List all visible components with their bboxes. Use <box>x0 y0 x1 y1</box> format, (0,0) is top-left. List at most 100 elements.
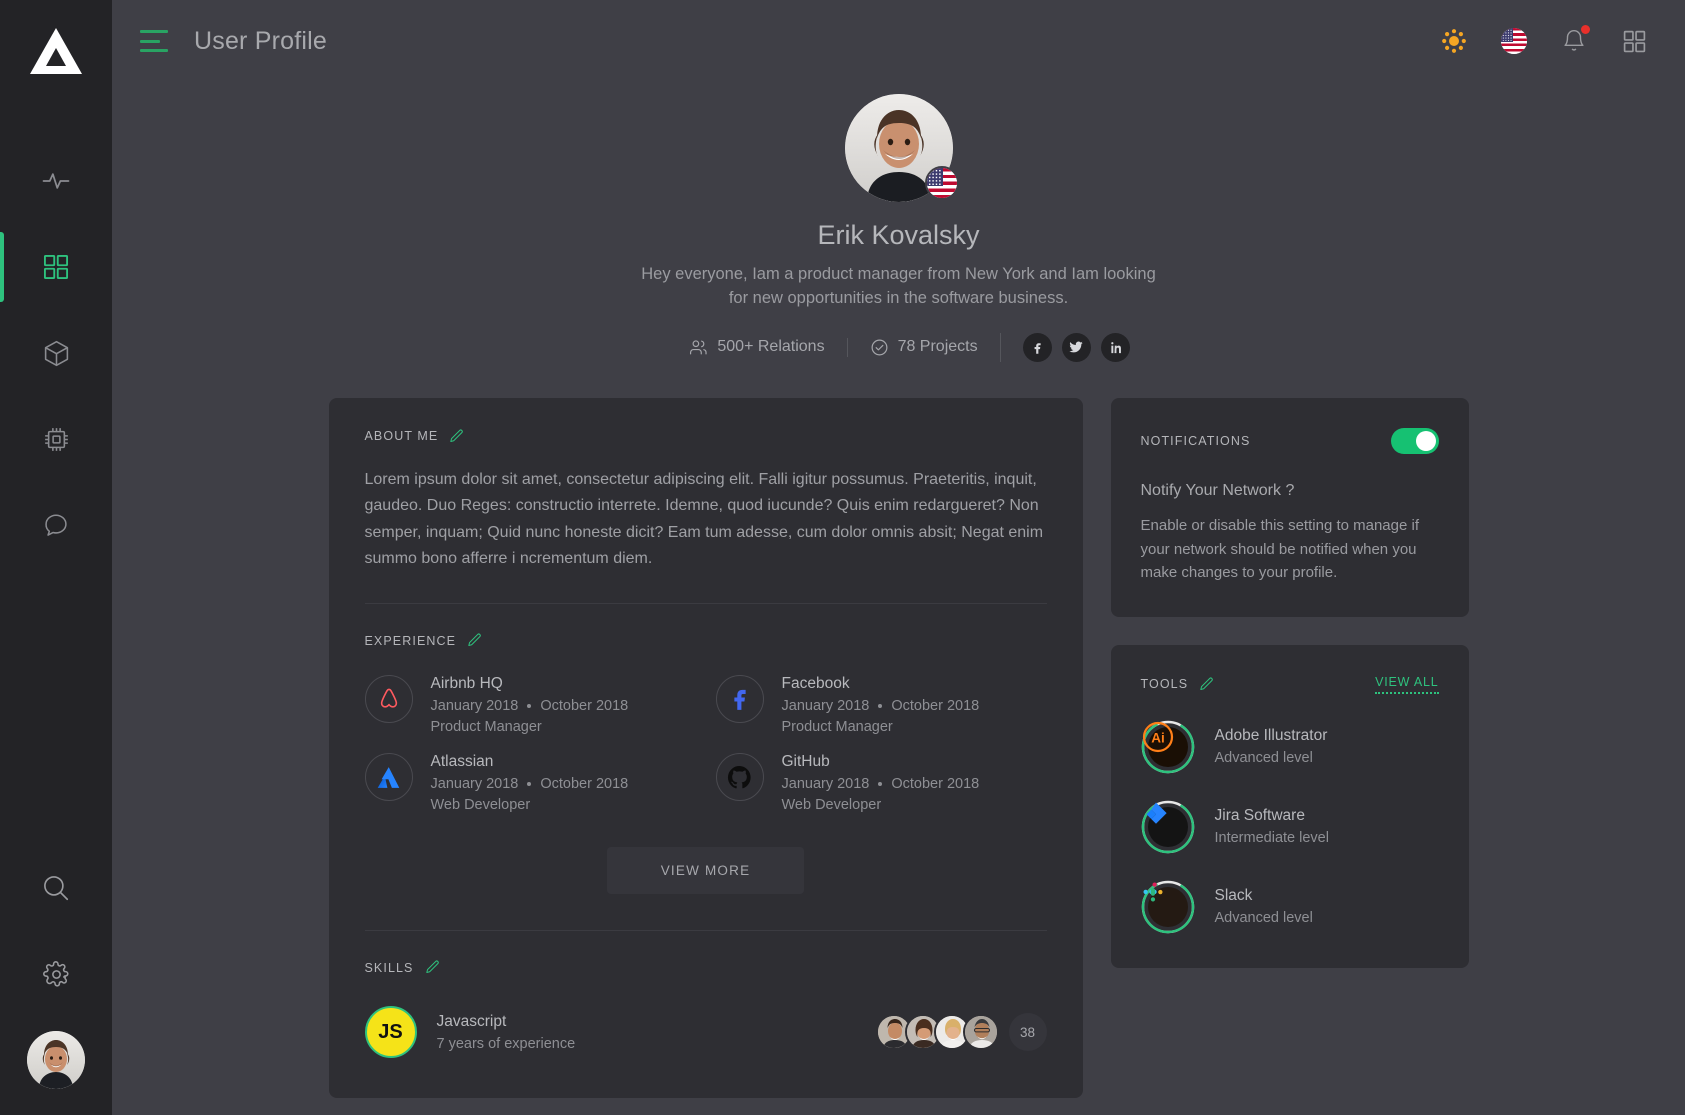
language-button[interactable] <box>1497 24 1531 58</box>
experience-meta: Facebook January 2018 October 2018 Produ… <box>782 675 980 735</box>
sidebar-item-packages[interactable] <box>0 310 112 396</box>
company-logo <box>715 753 764 802</box>
about-text: Lorem ipsum dolor sit amet, consectetur … <box>364 470 1044 568</box>
pencil-edit-icon[interactable] <box>448 428 465 445</box>
main-area: User Profile Erik Kovalsky Hey everyone,… <box>112 0 1685 1115</box>
job-role: Web Developer <box>781 797 882 814</box>
tool-item[interactable]: Jira Software Intermediate level <box>1141 800 1439 854</box>
toggle-knob <box>1415 430 1436 451</box>
job-role: Product Manager <box>430 719 542 736</box>
social-linkedin[interactable] <box>1100 332 1130 362</box>
tool-level: Advanced level <box>1214 910 1313 927</box>
profile-details-card: ABOUT ME Lorem ipsum dolor sit amet, con… <box>328 397 1083 1099</box>
view-more-wrapper: VIEW MORE <box>365 847 1047 895</box>
employment-dates: January 2018 October 2018 <box>782 776 980 792</box>
triangle-logo[interactable] <box>28 24 84 80</box>
date-separator-dot <box>878 782 883 787</box>
notifications-button[interactable] <box>1557 24 1591 58</box>
pencil-edit-icon[interactable] <box>466 632 483 649</box>
app-root: User Profile Erik Kovalsky Hey everyone,… <box>0 0 1685 1115</box>
employment-dates: January 2018 October 2018 <box>431 698 629 714</box>
notifications-toggle[interactable] <box>1390 427 1439 454</box>
experience-section-header: EXPERIENCE <box>365 632 1047 649</box>
tool-item[interactable]: Slack Advanced level <box>1141 880 1439 934</box>
section-divider <box>364 930 1047 932</box>
profile-header: Erik Kovalsky Hey everyone, Iam a produc… <box>112 82 1685 362</box>
pencil-edit-icon[interactable] <box>424 959 441 976</box>
notifications-question: Notify Your Network ? <box>1140 481 1295 499</box>
employment-dates: January 2018 October 2018 <box>782 698 980 714</box>
grid-apps-icon <box>1623 30 1645 52</box>
date-separator-dot <box>878 704 883 709</box>
skill-endorsers: 38 <box>875 1013 1047 1052</box>
avatar-image <box>964 1016 997 1049</box>
notifications-card: NOTIFICATIONS Notify Your Network ? Enab… <box>1110 397 1469 617</box>
employment-dates: January 2018 October 2018 <box>431 776 629 792</box>
tool-progress-ring: Ai <box>1141 720 1195 774</box>
tool-name: Jira Software <box>1214 807 1305 825</box>
endorser-avatar[interactable] <box>962 1014 999 1051</box>
sidebar-item-messages[interactable] <box>0 482 112 568</box>
end-date: October 2018 <box>891 698 980 715</box>
chat-bubble-icon <box>45 514 67 536</box>
experience-meta: Airbnb HQ January 2018 October 2018 Prod… <box>431 675 629 735</box>
triangle-logo-icon <box>30 28 82 74</box>
view-more-button[interactable]: VIEW MORE <box>606 847 805 895</box>
jira-logo <box>1146 802 1167 824</box>
notification-badge-dot <box>1581 25 1590 34</box>
tool-progress-ring <box>1141 880 1195 934</box>
start-date: January 2018 <box>430 698 519 715</box>
sidebar-item-search[interactable] <box>0 845 112 931</box>
brightness-sun-icon <box>1442 29 1466 53</box>
experience-item[interactable]: Airbnb HQ January 2018 October 2018 Prod… <box>364 675 696 735</box>
github-icon <box>727 765 751 788</box>
sidebar-item-hardware[interactable] <box>0 396 112 482</box>
pencil-edit-icon[interactable] <box>1198 676 1215 693</box>
tool-item[interactable]: Ai Adobe Illustrator Advanced level <box>1141 720 1439 774</box>
page-title: User Profile <box>194 26 327 55</box>
profile-stats: 500+ Relations 78 Projects <box>112 332 1685 362</box>
profile-avatar-wrapper <box>844 94 959 202</box>
hamburger-menu-icon[interactable] <box>140 30 168 52</box>
topbar-actions <box>1437 24 1651 58</box>
job-role: Product Manager <box>781 719 893 736</box>
skill-item: JS Javascript 7 years of experience 38 <box>364 1006 1047 1059</box>
skills-section-header: SKILLS <box>365 959 1047 976</box>
tools-title-group: TOOLS <box>1141 676 1216 693</box>
experience-item[interactable]: Facebook January 2018 October 2018 Produ… <box>715 675 1047 735</box>
cpu-chip-icon <box>44 427 68 451</box>
experience-meta: Atlassian January 2018 October 2018 Web … <box>431 753 629 813</box>
stat-projects: 78 Projects <box>846 337 1000 357</box>
experience-item[interactable]: Atlassian January 2018 October 2018 Web … <box>364 753 696 813</box>
experience-item[interactable]: GitHub January 2018 October 2018 Web Dev… <box>715 753 1047 814</box>
theme-toggle-button[interactable] <box>1437 24 1471 58</box>
tool-name: Slack <box>1214 887 1253 905</box>
check-circle-icon <box>871 339 888 356</box>
sidebar-item-settings[interactable] <box>0 931 112 1017</box>
about-section-title: ABOUT ME <box>364 429 439 444</box>
about-section-header: ABOUT ME <box>365 428 1047 445</box>
skill-meta: Javascript 7 years of experience <box>437 1013 576 1052</box>
social-twitter[interactable] <box>1061 332 1091 362</box>
tools-view-all-link[interactable]: VIEW ALL <box>1375 675 1439 694</box>
tool-meta: Adobe Illustrator Advanced level <box>1215 727 1328 766</box>
end-date: October 2018 <box>540 698 629 715</box>
sidebar-item-dashboard[interactable] <box>0 224 112 310</box>
javascript-icon: JS <box>364 1006 417 1059</box>
endorser-more-count[interactable]: 38 <box>1008 1013 1047 1052</box>
tools-card: TOOLS VIEW ALL Ai Adobe Illustrator Adva… <box>1110 644 1469 968</box>
notifications-title: NOTIFICATIONS <box>1140 433 1251 448</box>
sidebar-item-activity[interactable] <box>0 138 112 224</box>
profile-social-links <box>999 332 1130 362</box>
social-facebook[interactable] <box>1022 332 1052 362</box>
start-date: January 2018 <box>430 776 519 793</box>
company-name: GitHub <box>781 753 830 771</box>
sidebar-user-avatar[interactable] <box>27 1031 85 1089</box>
activity-pulse-icon <box>42 173 70 189</box>
topbar: User Profile <box>112 0 1685 82</box>
apps-grid-button[interactable] <box>1617 24 1651 58</box>
start-date: January 2018 <box>781 698 870 715</box>
svg-text:Ai: Ai <box>1151 730 1165 745</box>
experience-section-title: EXPERIENCE <box>364 633 457 648</box>
us-flag-icon <box>1501 28 1527 54</box>
